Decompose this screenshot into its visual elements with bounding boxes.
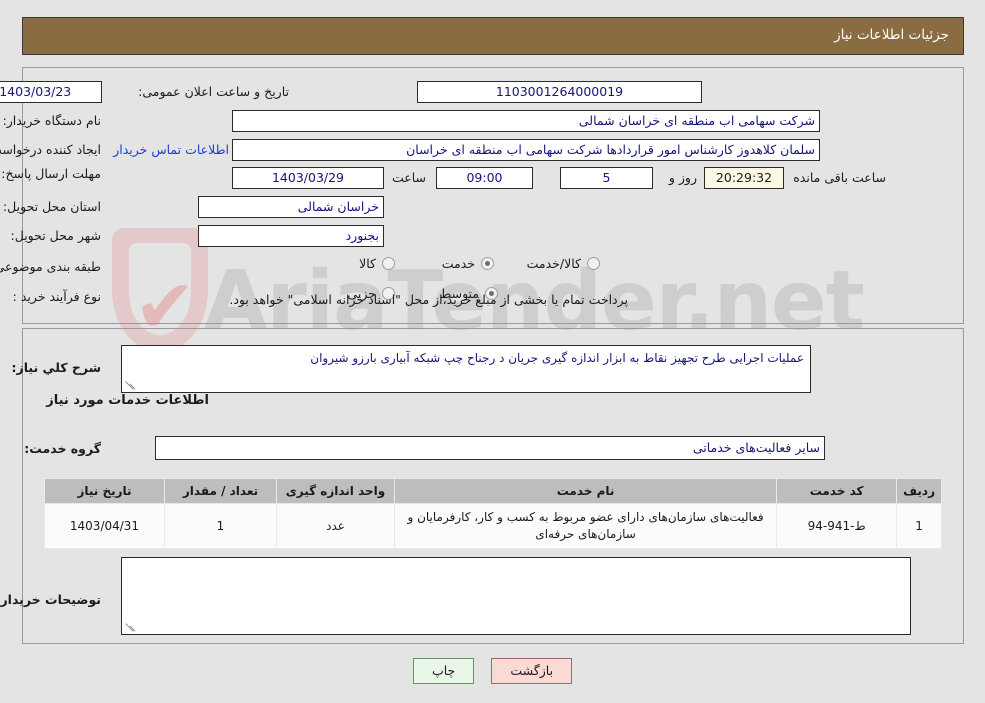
deadline-date-value: 1403/03/29 [232, 167, 384, 189]
cell-service-code: ط-941-94 [776, 503, 898, 549]
col-qty: تعداد / مقدار [164, 478, 277, 504]
city-label: شهر محل تحویل: [10, 228, 101, 243]
public-announce-value: 1403/03/23 - 10:24 [0, 81, 102, 103]
radio-label-kala-khedmat: کالا/خدمت [526, 256, 581, 271]
page-root: ✔ AriaTender.net جزئیات اطلاعات نیاز شما… [0, 0, 985, 703]
countdown-timer: 20:29:32 [704, 167, 784, 189]
deadline-hour-label: ساعت [391, 170, 426, 185]
col-radif: ردیف [896, 478, 942, 504]
service-group-label: گروه خدمت: [24, 441, 101, 456]
resize-grip-icon[interactable] [124, 379, 136, 391]
city-value: بجنورد [198, 225, 384, 247]
public-announce-label: تاریخ و ساعت اعلان عمومی: [138, 84, 289, 99]
radio-label-kala: کالا [359, 256, 376, 271]
col-unit: واحد اندازه گیری [276, 478, 395, 504]
deadline-hour-value: 09:00 [436, 167, 533, 189]
creator-label: ایجاد کننده درخواست: [0, 142, 101, 157]
page-header: جزئیات اطلاعات نیاز [22, 17, 964, 55]
overall-desc-label: شرح کلي نیاز: [11, 360, 101, 375]
cell-service-name: فعالیت‌های سازمان‌های دارای عضو مربوط به… [393, 503, 778, 549]
days-remaining-value: 5 [560, 167, 653, 189]
radio-label-khedmat: خدمت [441, 256, 475, 271]
need-number-value: 1103001264000019 [417, 81, 702, 103]
cell-unit: عدد [276, 503, 395, 549]
province-value: خراسان شمالی [198, 196, 384, 218]
deadline-label: مهلت ارسال پاسخ: تا تاریخ: [0, 166, 101, 181]
footer-button-bar: بازگشت چاپ [0, 658, 985, 684]
buyer-contact-link[interactable]: اطلاعات تماس خریدار [113, 142, 229, 157]
radio-dot-kala-khedmat[interactable] [587, 257, 600, 270]
page-title: جزئیات اطلاعات نیاز [834, 27, 949, 43]
col-need-date: تاریخ نیاز [44, 478, 165, 504]
cell-qty: 1 [164, 503, 277, 549]
buyer-notes-label: توضیحات خریدار: [0, 592, 101, 607]
days-word-label: روز و [668, 170, 697, 185]
overall-desc-value: عملیات اجرایی طرح تجهیز نقاط به ابزار ان… [310, 351, 804, 365]
print-button[interactable]: چاپ [412, 658, 475, 684]
table-row: 1 ط-941-94 فعالیت‌های سازمان‌های دارای ع… [44, 503, 942, 549]
radio-dot-khedmat[interactable] [481, 257, 494, 270]
service-group-value: سایر فعالیت‌های خدماتی [155, 436, 825, 460]
radio-category-kala-khedmat[interactable]: کالا/خدمت [527, 256, 600, 271]
treasury-note: پرداخت تمام یا بخشی از مبلغ خرید،از محل … [229, 292, 628, 307]
overall-desc-textarea[interactable]: عملیات اجرایی طرح تجهیز نقاط به ابزار ان… [121, 345, 811, 393]
col-service-code: کد خدمت [776, 478, 898, 504]
services-table: ردیف کد خدمت نام خدمت واحد اندازه گیری ت… [44, 478, 942, 549]
radio-category-khedmat[interactable]: خدمت [442, 256, 494, 271]
radio-category-kala[interactable]: کالا [359, 256, 395, 271]
buyer-org-label: نام دستگاه خریدار: [2, 113, 101, 128]
services-section-title: اطلاعات خدمات مورد نیاز [46, 393, 209, 408]
resize-grip-icon[interactable] [124, 621, 136, 633]
table-header-row: ردیف کد خدمت نام خدمت واحد اندازه گیری ت… [44, 478, 942, 504]
col-service-name: نام خدمت [393, 478, 778, 504]
buyer-notes-textarea[interactable] [121, 557, 911, 635]
radio-dot-kala[interactable] [382, 257, 395, 270]
remaining-suffix-label: ساعت باقی مانده [793, 170, 886, 185]
back-button[interactable]: بازگشت [491, 658, 573, 684]
cell-radif: 1 [896, 503, 942, 549]
cell-need-date: 1403/04/31 [44, 503, 165, 549]
buyer-org-value: شرکت سهامی اب منطقه ای خراسان شمالی [232, 110, 820, 132]
creator-value: سلمان کلاهدوز کارشناس امور قراردادها شرک… [232, 139, 820, 161]
province-label: استان محل تحویل: [2, 199, 101, 214]
